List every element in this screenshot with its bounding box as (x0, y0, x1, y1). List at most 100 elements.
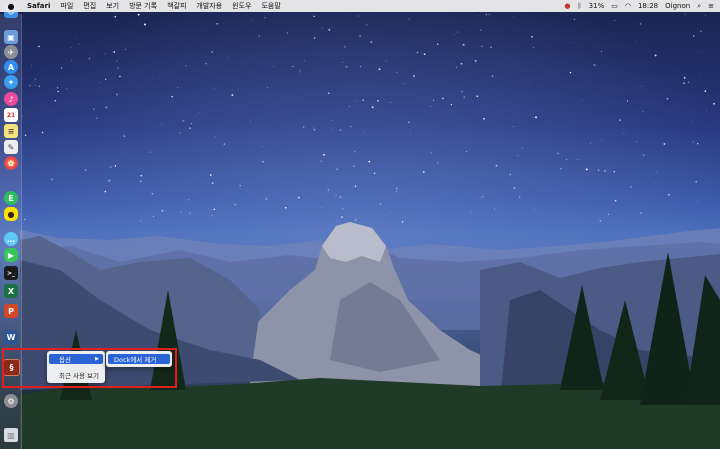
star (313, 37, 316, 39)
star (403, 82, 405, 84)
star (413, 75, 415, 77)
star (614, 20, 616, 21)
battery-percent[interactable]: 31% (589, 2, 605, 10)
calendar-icon[interactable]: 21 (4, 108, 18, 122)
menu-history[interactable]: 방문 기록 (124, 1, 162, 11)
menu-window[interactable]: 윈도우 (227, 1, 256, 11)
star (104, 53, 106, 55)
star (38, 85, 41, 88)
star (342, 208, 344, 210)
powerpoint-icon[interactable]: P (4, 304, 18, 318)
star (262, 161, 264, 163)
star (194, 115, 196, 116)
star (623, 133, 625, 135)
star (640, 212, 642, 214)
star (480, 29, 482, 31)
star (593, 64, 596, 67)
notification-center-icon[interactable]: ≡ (708, 2, 714, 10)
star (84, 169, 87, 171)
star (691, 121, 693, 123)
star (139, 21, 141, 23)
menu-app-name[interactable]: Safari (22, 2, 55, 10)
star (359, 35, 361, 37)
star (626, 100, 629, 102)
star (250, 120, 252, 122)
star (299, 73, 300, 74)
itunes-icon[interactable]: ♪ (4, 92, 18, 106)
star (214, 87, 216, 89)
menu-view[interactable]: 보기 (101, 1, 124, 11)
star (205, 62, 208, 65)
launchpad-icon[interactable]: ✈ (4, 45, 18, 59)
star (521, 147, 523, 149)
photos-icon[interactable]: ✿ (4, 156, 18, 170)
star (366, 24, 368, 26)
clock[interactable]: 18:28 (638, 2, 658, 10)
notes-icon[interactable]: ≡ (4, 124, 18, 138)
menu-edit[interactable]: 편집 (78, 1, 101, 11)
star (130, 139, 131, 140)
star (179, 132, 181, 134)
menu-file[interactable]: 파일 (55, 1, 78, 11)
kakaotalk-icon[interactable]: ● (4, 207, 18, 221)
star (597, 169, 600, 171)
star (488, 14, 490, 16)
word-icon[interactable]: W (4, 330, 18, 344)
star (161, 124, 163, 126)
star (450, 103, 453, 106)
star (700, 73, 702, 75)
app-store-icon[interactable]: A (4, 60, 18, 74)
star (354, 185, 357, 187)
user-name[interactable]: Oignon (665, 2, 690, 10)
star (636, 141, 638, 143)
star (639, 23, 642, 25)
star (109, 166, 112, 168)
star (187, 199, 190, 201)
star (408, 18, 410, 20)
star (688, 81, 690, 83)
star (396, 190, 398, 192)
evernote-icon[interactable]: E (4, 191, 18, 205)
star (292, 65, 294, 67)
trash-icon[interactable]: ▥ (4, 428, 18, 442)
facetime-icon[interactable]: ▶ (4, 248, 18, 262)
safari-icon[interactable]: ✦ (4, 75, 18, 89)
messages-icon[interactable]: … (4, 232, 18, 246)
star (227, 223, 228, 225)
terminal-icon[interactable]: >_ (4, 266, 18, 280)
star (35, 85, 37, 86)
battery-icon[interactable]: ▭ (611, 2, 618, 10)
spotlight-icon[interactable]: ⌕ (697, 2, 701, 11)
apple-logo-icon[interactable]: ● (0, 2, 22, 11)
star (70, 47, 72, 49)
textedit-icon[interactable]: ✎ (4, 140, 18, 154)
star (699, 30, 702, 33)
star (636, 40, 638, 42)
star (207, 214, 209, 216)
star (447, 94, 449, 96)
wifi-icon[interactable]: ◠ (625, 2, 631, 10)
star (401, 221, 404, 223)
star (57, 87, 59, 89)
star (24, 134, 27, 137)
star (116, 60, 118, 62)
star (656, 171, 657, 173)
extension-status-icon[interactable]: ● (564, 2, 570, 10)
star (171, 95, 173, 98)
star (104, 190, 107, 193)
star (234, 203, 236, 206)
bluetooth-icon[interactable]: ᛒ (577, 2, 581, 10)
star (78, 43, 80, 45)
star (373, 172, 376, 175)
menu-bookmarks[interactable]: 책갈피 (162, 1, 191, 11)
star (297, 196, 300, 199)
star (585, 168, 588, 171)
excel-icon[interactable]: X (4, 284, 18, 298)
system-preferences-icon[interactable]: ⚙ (4, 394, 18, 408)
star (396, 72, 398, 74)
star (105, 78, 107, 80)
photo-preview-icon[interactable]: ▣ (4, 30, 18, 44)
menu-develop[interactable]: 개발자용 (191, 1, 227, 11)
menu-help[interactable]: 도움말 (256, 1, 285, 11)
star (697, 143, 699, 145)
